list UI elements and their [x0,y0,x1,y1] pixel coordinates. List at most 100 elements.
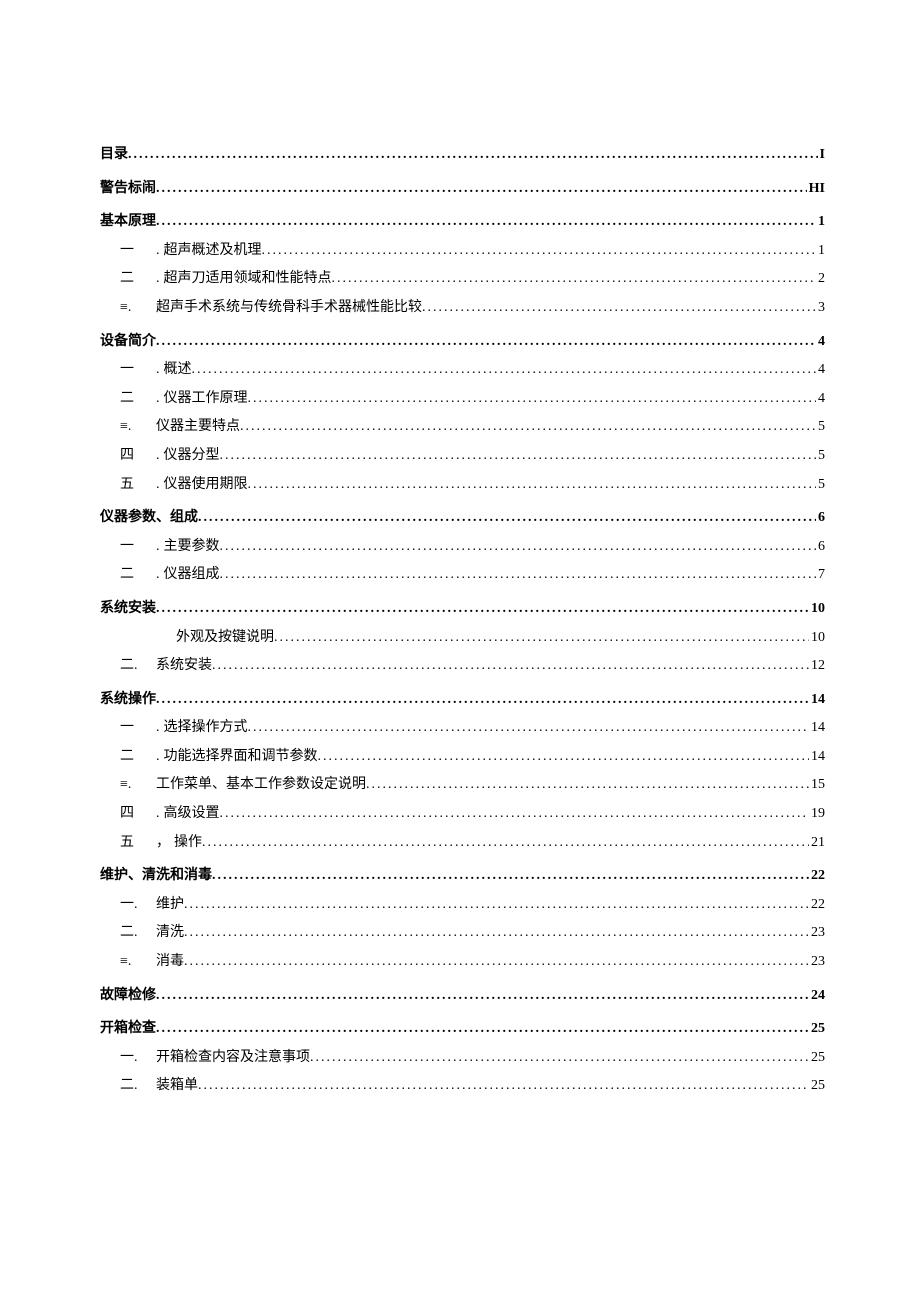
toc-entry: 基本原理....................................… [100,212,825,232]
toc-entry-separator: . [156,389,160,409]
toc-entry-number: 四 [120,804,156,824]
toc-dot-leader: ........................................… [156,332,816,352]
toc-entry-number: ≡. [120,298,156,318]
toc-entry: 二.功能选择界面和调节参数...........................… [100,747,825,767]
toc-entry-number: 一 [120,537,156,557]
toc-entry-label: 维护 [156,895,184,915]
toc-entry: ≡.超声手术系统与传统骨科手术器械性能比较...................… [100,298,825,318]
toc-entry-number: 二 [120,565,156,585]
toc-entry-page: 10 [809,599,825,619]
toc-dot-leader: ........................................… [156,212,816,232]
toc-entry-label: 开箱检查 [100,1019,156,1039]
toc-entry: 系统安装....................................… [100,599,825,619]
toc-entry: 二.仪器工作原理................................… [100,389,825,409]
toc-entry-page: 23 [809,952,825,972]
toc-entry-number: 一 [120,241,156,261]
toc-entry: 设备简介....................................… [100,332,825,352]
toc-entry-page: 24 [809,986,825,1006]
toc-dot-leader: ........................................… [128,145,818,165]
toc-entry: 四.仪器分型..................................… [100,446,825,466]
toc-dot-leader: ........................................… [156,690,809,710]
toc-entry-page: 1 [816,212,825,232]
toc-entry: 一.概述....................................… [100,360,825,380]
toc-entry-separator: . [156,475,160,495]
toc-dot-leader: ........................................… [202,833,809,853]
toc-entry-page: 22 [809,895,825,915]
toc-entry-separator: . [156,537,160,557]
toc-entry-label: 维护、清洗和消毒 [100,866,212,886]
toc-entry-page: 23 [809,923,825,943]
toc-entry: 仪器参数、组成.................................… [100,508,825,528]
toc-dot-leader: ........................................… [422,298,816,318]
toc-dot-leader: ........................................… [212,656,809,676]
toc-entry: 二.装箱单...................................… [100,1076,825,1096]
toc-entry-label: 外观及按键说明 [176,628,274,648]
toc-entry-page: 14 [809,718,825,738]
toc-dot-leader: ........................................… [156,986,809,1006]
toc-entry-label: 仪器参数、组成 [100,508,198,528]
toc-entry-number: 一. [120,895,156,915]
toc-entry: ≡.消毒....................................… [100,952,825,972]
toc-dot-leader: ........................................… [332,269,817,289]
toc-entry-separator: . [156,241,160,261]
toc-entry-page: 25 [809,1076,825,1096]
toc-entry: 系统操作....................................… [100,690,825,710]
toc-entry-label: 选择操作方式 [164,718,248,738]
toc-entry-label: 工作菜单、基本工作参数设定说明 [156,775,366,795]
toc-dot-leader: ........................................… [248,718,810,738]
toc-entry-number: ≡. [120,775,156,795]
toc-dot-leader: ........................................… [262,241,817,261]
toc-entry-number: 五 [120,833,156,853]
toc-entry-page: 25 [809,1019,825,1039]
toc-entry-label: 仪器工作原理 [164,389,248,409]
toc-dot-leader: ........................................… [156,1019,809,1039]
toc-dot-leader: ........................................… [318,747,810,767]
toc-entry-page: 12 [809,656,825,676]
toc-entry-page: 4 [816,360,825,380]
toc-entry-label: 清洗 [156,923,184,943]
toc-entry: 一.开箱检查内容及注意事项...........................… [100,1048,825,1068]
table-of-contents: 目录......................................… [100,145,825,1096]
toc-entry-page: 5 [816,446,825,466]
toc-dot-leader: ........................................… [310,1048,809,1068]
toc-entry-page: 14 [809,690,825,710]
toc-entry: 四.高级设置..................................… [100,804,825,824]
toc-dot-leader: ........................................… [220,804,810,824]
toc-entry-label: 故障检修 [100,986,156,1006]
toc-entry-number: ≡. [120,417,156,437]
toc-entry-page: HI [807,179,825,199]
toc-entry: 外观及按键说明.................................… [100,628,825,648]
toc-entry-page: 7 [816,565,825,585]
toc-dot-leader: ........................................… [156,179,807,199]
toc-entry-number: 一 [120,360,156,380]
toc-dot-leader: ........................................… [212,866,809,886]
toc-entry-page: 15 [809,775,825,795]
toc-entry: 一.维护....................................… [100,895,825,915]
toc-entry: 二.清洗....................................… [100,923,825,943]
toc-entry-number: 二. [120,656,156,676]
toc-entry: 五.仪器使用期限................................… [100,475,825,495]
toc-dot-leader: ........................................… [240,417,816,437]
toc-entry-label: 仪器主要特点 [156,417,240,437]
toc-entry-page: 22 [809,866,825,886]
toc-entry-number: 二. [120,923,156,943]
toc-entry-label: 高级设置 [164,804,220,824]
toc-entry: ≡.仪器主要特点................................… [100,417,825,437]
toc-entry-label: 操作 [174,833,202,853]
toc-entry-page: 5 [816,417,825,437]
toc-entry-separator: . [156,446,160,466]
toc-entry-page: 21 [809,833,825,853]
toc-entry: 开箱检查....................................… [100,1019,825,1039]
toc-entry-number: ≡. [120,952,156,972]
toc-entry-number: 二. [120,1076,156,1096]
toc-entry-separator: ， [156,833,170,853]
toc-entry: 二.系统安装..................................… [100,656,825,676]
toc-entry-separator: . [156,718,160,738]
toc-entry-label: 仪器分型 [164,446,220,466]
toc-entry-page: 1 [816,241,825,261]
toc-dot-leader: ........................................… [220,565,817,585]
toc-entry-number: 二 [120,389,156,409]
toc-entry-label: 警告标闹 [100,179,156,199]
toc-entry: 一.主要参数..................................… [100,537,825,557]
toc-entry-label: 仪器组成 [164,565,220,585]
